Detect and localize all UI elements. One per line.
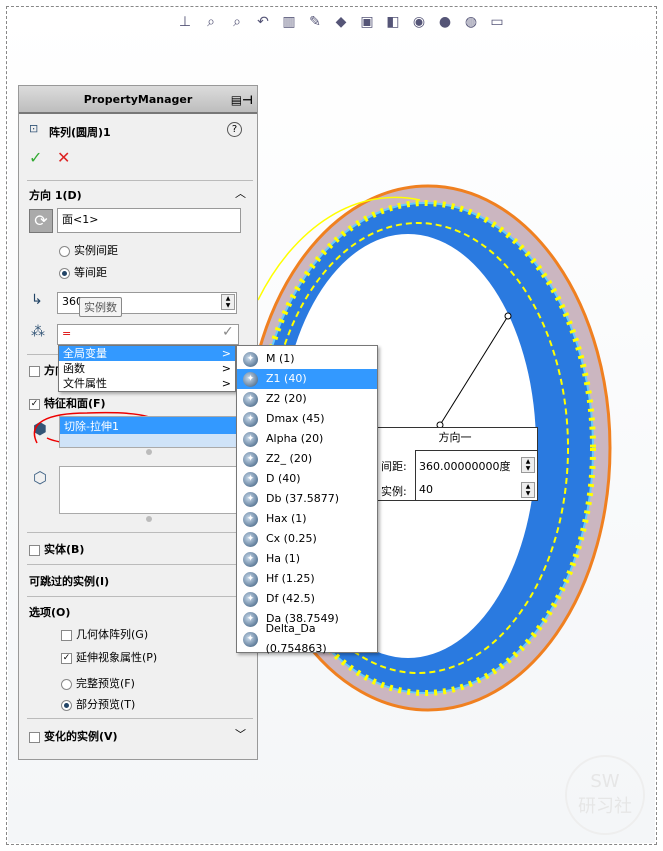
global-variable-icon: ✦ (243, 631, 258, 647)
collapse-chevron-icon[interactable]: ︿ (235, 185, 246, 201)
submenu-item[interactable]: ✦ Cx (0.25) (237, 529, 377, 549)
equal-spacing-radio[interactable]: 等间距 (74, 266, 107, 279)
axis-field[interactable]: 面<1> (57, 208, 241, 233)
submenu-item[interactable]: ✦ Ha (1) (237, 549, 377, 569)
global-variables-submenu: ✦ M (1) ✦ Z1 (40) ✦ Z2 (20) ✦ Dmax (45) ✦ Alpha (… (236, 345, 378, 655)
instance-spacing-radio[interactable]: 实例间距 (74, 244, 118, 257)
panel-title: PropertyManager (83, 93, 193, 106)
varied-instances-checkbox[interactable]: 变化的实例(V) (44, 730, 118, 743)
skip-instances-header[interactable]: 可跳过的实例(I) (29, 573, 109, 589)
global-variable-icon: ✦ (243, 611, 258, 627)
submenu-item[interactable]: ✦ M (1) (237, 349, 377, 369)
resize-handle[interactable] (146, 516, 152, 522)
submenu-item[interactable]: ✦ Z2_ (20) (237, 449, 377, 469)
global-variable-icon: ✦ (243, 491, 258, 507)
angle-spinner[interactable]: ▲ ▼ (221, 294, 235, 310)
global-variable-icon: ✦ (243, 351, 258, 367)
propagate-visual-checkbox[interactable]: 延伸视象属性(P) (76, 651, 157, 664)
watermark-logo: SW 研习社 (565, 755, 645, 835)
submenu-item[interactable]: ✦ Hax (1) (237, 509, 377, 529)
callout-spacing-label: 间距: (381, 460, 407, 473)
property-manager: PropertyManager ▤⊣ ⊡ 阵列(圆周)1 ? ✓ ✕ 方向 1(D… (18, 85, 258, 760)
submenu-item[interactable]: ✦ Z2 (20) (237, 389, 377, 409)
expand-chevron-icon[interactable]: ﹀ (235, 726, 246, 742)
equation-menu: 全局变量 > 函数 > 文件属性 > (58, 345, 236, 392)
global-variable-icon: ✦ (243, 471, 258, 487)
global-variable-icon: ✦ (243, 411, 258, 427)
faces-list[interactable] (59, 466, 241, 514)
full-preview-radio[interactable]: 完整预览(F) (76, 677, 135, 690)
submenu-item[interactable]: ✦ Dmax (45) (237, 409, 377, 429)
count-spinner[interactable]: ▲ ▼ (521, 482, 535, 498)
callout-count-input[interactable]: 40 (419, 483, 433, 496)
spacing-spinner[interactable]: ▲ ▼ (521, 457, 535, 473)
feature-list-item[interactable]: 切除-拉伸1 (60, 417, 240, 434)
global-variable-icon: ✦ (243, 531, 258, 547)
submenu-item[interactable]: ✦ Alpha (20) (237, 429, 377, 449)
direction1-header[interactable]: 方向 1(D) (29, 187, 82, 203)
submenu-item[interactable]: ✦ Db (37.5877) (237, 489, 377, 509)
menu-item-global-variables[interactable]: 全局变量 > (59, 346, 235, 361)
submenu-item[interactable]: ✦ Z1 (40) (237, 369, 377, 389)
menu-item-file-properties[interactable]: 文件属性 > (59, 376, 235, 391)
global-variable-icon: ✦ (243, 451, 258, 467)
pin-icon[interactable]: ▤⊣ (231, 86, 253, 114)
global-variable-icon: ✦ (243, 431, 258, 447)
help-icon[interactable]: ? (227, 122, 242, 137)
callout-title: 方向一 (438, 431, 472, 444)
callout-spacing-input[interactable]: 360.00000000度 (419, 458, 510, 474)
submenu-item[interactable]: ✦ Df (42.5) (237, 589, 377, 609)
features-list[interactable]: 切除-拉伸1 (59, 416, 241, 448)
global-variable-icon: ✦ (243, 391, 258, 407)
rotation-axis-icon: ⟳ (29, 209, 53, 233)
global-variable-icon: ✦ (243, 371, 258, 387)
ok-check-icon[interactable]: ✓ (29, 148, 42, 167)
submenu-item[interactable]: ✦ Hf (1.25) (237, 569, 377, 589)
callout-count-label: 实例: (381, 485, 407, 498)
confirm-check-icon[interactable]: ✓ (222, 324, 234, 340)
body-cube-icon: ⬡ (33, 468, 47, 487)
tooltip: 实例数 (79, 297, 122, 317)
instance-count-icon: ⁂ (31, 324, 45, 340)
options-header: 选项(O) (29, 606, 71, 619)
global-variable-icon: ✦ (243, 551, 258, 567)
feature-name: 阵列(圆周)1 (49, 126, 111, 139)
geometry-pattern-checkbox[interactable]: 几何体阵列(G) (76, 628, 148, 641)
submenu-item[interactable]: ✦ D (40) (237, 469, 377, 489)
pattern-callout: 方向一 间距: 实例: 360.00000000度 40 ▲ ▼ ▲ ▼ (372, 427, 538, 501)
global-variable-icon: ✦ (243, 511, 258, 527)
menu-item-functions[interactable]: 函数 > (59, 361, 235, 376)
global-variable-icon: ✦ (243, 571, 258, 587)
resize-handle[interactable] (146, 449, 152, 455)
global-variable-icon: ✦ (243, 591, 258, 607)
bodies-checkbox[interactable]: 实体(B) (44, 543, 84, 556)
submenu-item[interactable]: ✦ Delta_Da (0.754863) (237, 622, 377, 655)
cancel-x-icon[interactable]: ✕ (57, 148, 70, 167)
angle-icon: ↳ (31, 292, 43, 308)
circular-pattern-icon: ⊡ (29, 122, 39, 135)
partial-preview-radio[interactable]: 部分预览(T) (76, 698, 135, 711)
instance-count-field[interactable]: = (57, 324, 239, 345)
